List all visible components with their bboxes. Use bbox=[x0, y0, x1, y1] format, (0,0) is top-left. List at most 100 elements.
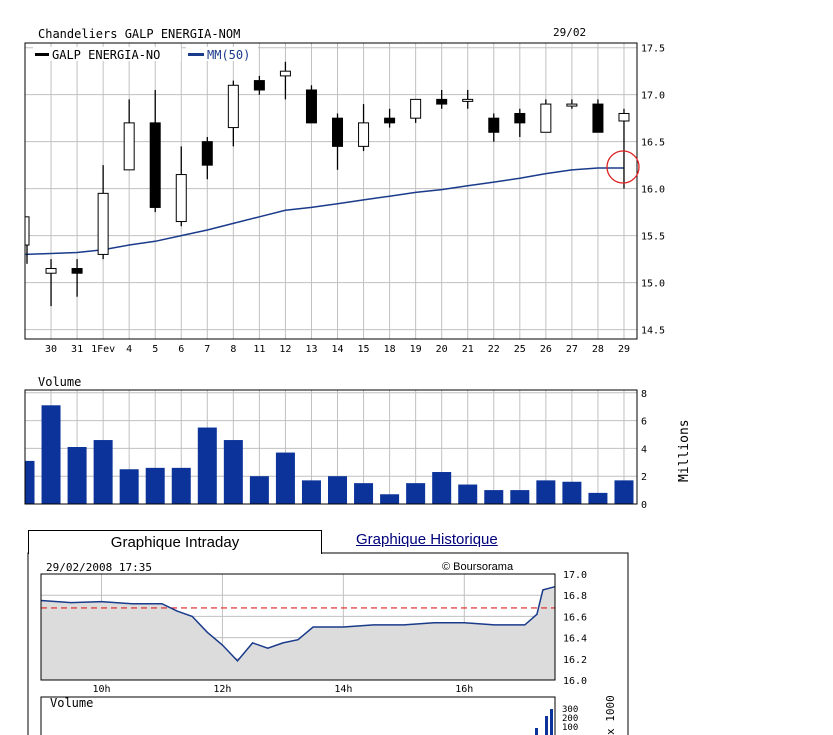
candle bbox=[201, 136, 213, 180]
price-x-tick: 26 bbox=[540, 344, 552, 355]
candle bbox=[384, 108, 396, 128]
intraday-y-tick: 16.0 bbox=[563, 676, 587, 687]
intraday-y-tick: 16.6 bbox=[563, 612, 587, 623]
price-y-tick: 17.0 bbox=[641, 91, 665, 102]
intraday-y-tick: 16.4 bbox=[563, 634, 587, 645]
price-x-tick: 6 bbox=[178, 344, 184, 355]
candle bbox=[305, 85, 317, 124]
candle bbox=[436, 89, 448, 109]
legend-ma-label: MM(50) bbox=[207, 48, 250, 62]
candle-body bbox=[618, 112, 630, 122]
intraday-volume-bar bbox=[545, 716, 548, 735]
tab-intraday[interactable]: Graphique Intraday bbox=[28, 530, 322, 554]
candle bbox=[618, 108, 630, 189]
legend-ma-swatch bbox=[188, 53, 204, 56]
price-x-tick: 20 bbox=[436, 344, 448, 355]
candle bbox=[592, 99, 604, 133]
price-x-tick: 25 bbox=[514, 344, 526, 355]
candle bbox=[175, 146, 187, 227]
candle bbox=[566, 99, 578, 109]
candle bbox=[332, 113, 344, 170]
highlight-marker bbox=[606, 150, 640, 184]
price-x-tick: 21 bbox=[462, 344, 474, 355]
volume-bar bbox=[406, 483, 426, 504]
candle bbox=[24, 216, 30, 264]
intraday-x-tick: 16h bbox=[455, 684, 473, 695]
price-y-tick: 15.5 bbox=[641, 232, 665, 243]
price-x-tick: 22 bbox=[488, 344, 500, 355]
chart-date: 29/02 bbox=[553, 26, 586, 39]
volume-y-tick: 8 bbox=[641, 389, 647, 400]
price-grid bbox=[25, 43, 637, 339]
volume-title: Volume bbox=[38, 375, 81, 389]
intraday-y-tick: 17.0 bbox=[563, 570, 587, 581]
volume-bar bbox=[41, 405, 61, 504]
volume-y-tick: 2 bbox=[641, 472, 647, 483]
candle-body bbox=[592, 103, 604, 133]
volume-y-tick: 6 bbox=[641, 417, 647, 428]
volume-bar bbox=[93, 440, 113, 504]
price-y-tick: 15.0 bbox=[641, 279, 665, 290]
intraday-volume-bar bbox=[550, 709, 553, 735]
candle-body bbox=[123, 122, 135, 171]
price-x-tick: 19 bbox=[410, 344, 422, 355]
intraday-x-tick: 10h bbox=[92, 684, 110, 695]
volume-bar bbox=[510, 490, 530, 504]
price-x-tick: 11 bbox=[253, 344, 265, 355]
candle-body bbox=[332, 117, 344, 147]
candle-body bbox=[514, 112, 526, 124]
intraday-y-tick: 16.8 bbox=[563, 591, 587, 602]
volume-bar bbox=[484, 490, 504, 504]
volume-bar bbox=[171, 467, 191, 504]
price-y-tick: 16.0 bbox=[641, 185, 665, 196]
volume-bar bbox=[562, 481, 582, 504]
tab-historique[interactable]: Graphique Historique bbox=[356, 531, 498, 548]
legend: GALP ENERGIA-NO MM(50) bbox=[33, 47, 258, 62]
volume-y-axis: 0 2 4 6 8 bbox=[641, 389, 647, 511]
candle-body bbox=[410, 98, 422, 119]
price-x-tick: 31 bbox=[71, 344, 83, 355]
intraday-datetime: 29/02/2008 17:35 bbox=[46, 561, 152, 574]
candle bbox=[227, 80, 239, 147]
candle-body bbox=[45, 268, 57, 274]
candlestick-chart: Chandeliers GALP ENERGIA-NOM 29/02 GALP … bbox=[24, 26, 665, 355]
chart-canvas: Chandeliers GALP ENERGIA-NOM 29/02 GALP … bbox=[24, 26, 692, 735]
candle bbox=[149, 89, 161, 213]
candle-body bbox=[227, 84, 239, 129]
intraday-panel: 29/02/2008 17:35 © Boursorama 16.016.216… bbox=[27, 552, 629, 735]
volume-chart: Volume 0 2 4 6 8 Millions bbox=[24, 375, 692, 511]
intraday-y-axis: 16.0 16.2 16.4 16.6 16.8 17.0 bbox=[563, 570, 587, 687]
candle bbox=[462, 89, 474, 109]
intraday-volume-tick: 100 bbox=[562, 723, 578, 733]
price-x-tick: 14 bbox=[331, 344, 343, 355]
price-x-tick: 30 bbox=[45, 344, 57, 355]
price-x-tick: 29 bbox=[618, 344, 630, 355]
price-x-tick: 13 bbox=[305, 344, 317, 355]
volume-bar bbox=[67, 447, 87, 504]
price-x-tick: 7 bbox=[204, 344, 210, 355]
volume-bar bbox=[588, 492, 608, 504]
candle bbox=[279, 61, 291, 100]
candle bbox=[97, 165, 109, 260]
candle bbox=[514, 108, 526, 137]
price-x-tick: 4 bbox=[126, 344, 132, 355]
candle-body bbox=[149, 122, 161, 208]
volume-bar bbox=[354, 483, 374, 504]
volume-unit-label: Millions bbox=[677, 419, 692, 482]
price-x-tick: 18 bbox=[384, 344, 396, 355]
intraday-x-tick: 12h bbox=[213, 684, 231, 695]
volume-bar bbox=[328, 476, 348, 504]
legend-candle-label: GALP ENERGIA-NO bbox=[52, 48, 160, 62]
candle-body bbox=[488, 117, 500, 133]
price-y-tick: 14.5 bbox=[641, 326, 665, 337]
volume-y-tick: 0 bbox=[641, 500, 647, 511]
price-x-tick: 27 bbox=[566, 344, 578, 355]
candle bbox=[358, 104, 370, 152]
volume-bar bbox=[432, 472, 452, 504]
candle-body bbox=[384, 117, 396, 124]
intraday-volume-bar bbox=[535, 728, 538, 735]
price-y-tick: 16.5 bbox=[641, 138, 665, 149]
candle-body bbox=[97, 192, 109, 255]
price-y-axis: 14.5 15.0 15.5 16.0 16.5 17.0 17.5 bbox=[641, 44, 665, 337]
candle bbox=[253, 75, 265, 95]
